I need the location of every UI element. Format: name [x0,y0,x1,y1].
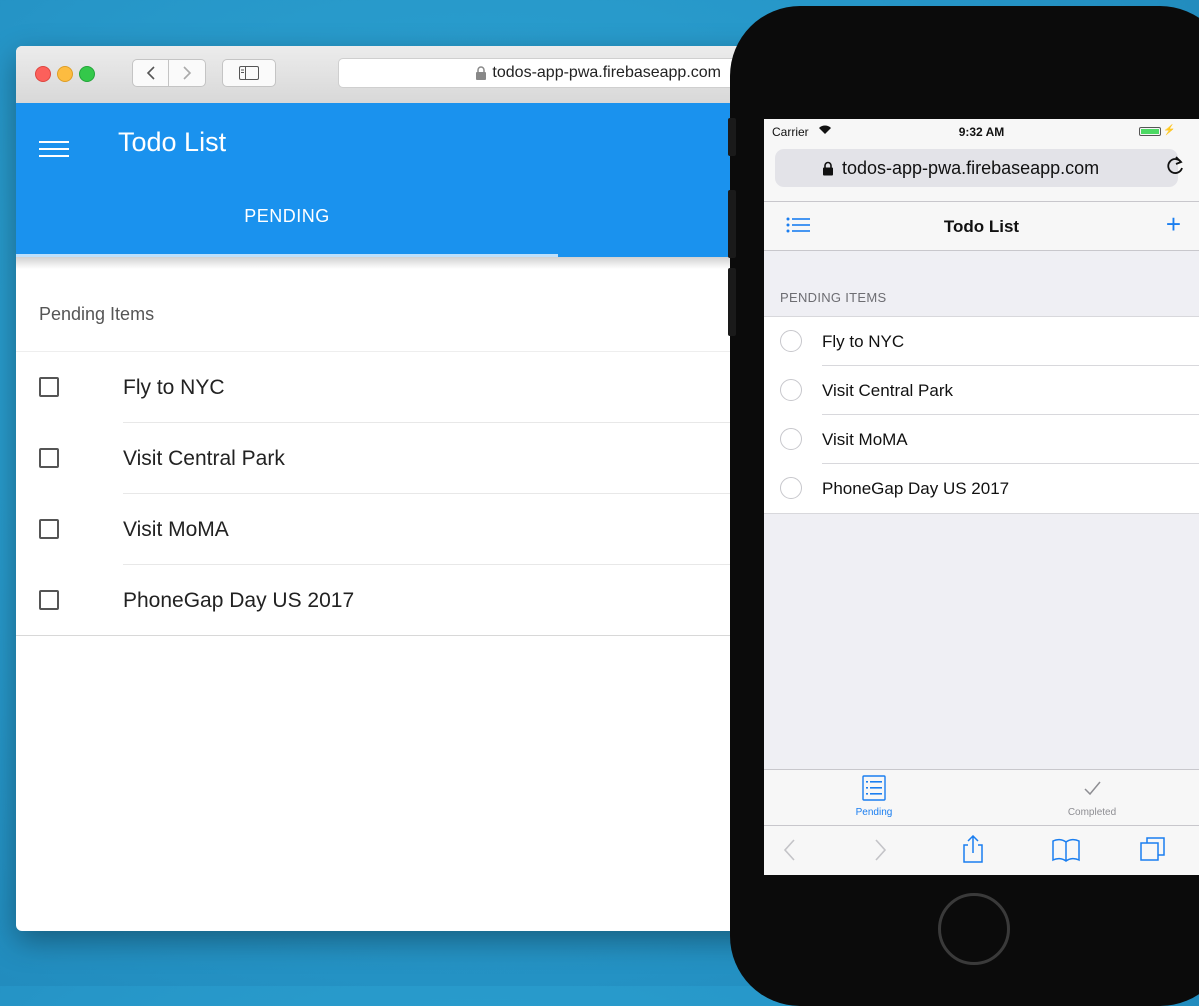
list-item: Visit Central Park [16,423,776,494]
lock-icon [475,66,487,80]
history-nav-buttons [132,59,208,87]
close-window-button[interactable] [35,66,51,82]
list-item: PhoneGap Day US 2017 [16,565,776,636]
mobile-tab-bar: Pending Completed [764,769,1199,826]
list-item: Visit MoMA [764,415,1199,464]
list-item: PhoneGap Day US 2017 [764,464,1199,513]
app-toolbar: Todo List PENDING [16,103,776,257]
bookmarks-icon[interactable] [1052,838,1080,867]
todo-circle-checkbox[interactable] [780,330,802,352]
forward-icon[interactable] [874,838,888,867]
divider [16,635,776,636]
todo-checkbox[interactable] [39,590,59,610]
tab-label: Completed [1067,807,1117,818]
todo-text: PhoneGap Day US 2017 [822,479,1010,498]
mobile-address-bar[interactable]: todos-app-pwa.firebaseapp.com [775,149,1178,187]
mobile-todo-list: Fly to NYC Visit Central Park Visit MoMA… [764,316,1199,514]
todo-checkbox[interactable] [39,377,59,397]
phone-screen: Carrier 9:32 AM ⚡ todos-app-pwa.firebase… [764,119,1199,875]
menu-icon[interactable] [39,138,69,160]
mobile-address-text: todos-app-pwa.firebaseapp.com [842,157,1100,178]
desktop-browser-window: todos-app-pwa.firebaseapp.com Todo List … [16,46,776,931]
add-item-button[interactable]: + [1166,211,1181,237]
status-bar: Carrier 9:32 AM ⚡ [764,119,1199,143]
list-icon [862,775,886,801]
tabs-icon[interactable] [1140,836,1166,867]
todo-circle-checkbox[interactable] [780,428,802,450]
lock-icon [822,161,834,176]
sidebar-icon [239,66,259,80]
address-bar[interactable]: todos-app-pwa.firebaseapp.com [338,58,738,88]
tab-label: Pending [855,807,893,818]
volume-up-button [728,190,736,258]
reload-icon[interactable] [1167,156,1185,181]
mute-switch [728,118,736,156]
back-button[interactable] [132,59,169,87]
tab-pending[interactable]: PENDING [16,206,558,227]
status-time: 9:32 AM [958,125,1005,139]
mobile-page-title: Todo List [943,217,1020,236]
todo-checkbox[interactable] [39,448,59,468]
charging-icon: ⚡ [1163,125,1176,136]
todo-text: PhoneGap Day US 2017 [123,589,355,612]
minimize-window-button[interactable] [57,66,73,82]
tab-completed[interactable]: Completed [1032,775,1152,818]
list-item: Visit MoMA [16,494,776,565]
app-title: Todo List [118,127,227,157]
tab-pending[interactable]: Pending [814,775,934,818]
browser-titlebar: todos-app-pwa.firebaseapp.com [16,46,776,104]
mobile-section-header: PENDING ITEMS [780,290,887,305]
volume-down-button [728,268,736,336]
list-item: Fly to NYC [764,317,1199,366]
safari-toolbar [764,825,1199,875]
forward-button[interactable] [169,59,206,87]
share-icon[interactable] [962,834,984,868]
todo-circle-checkbox[interactable] [780,477,802,499]
todo-text: Visit MoMA [123,518,229,541]
section-header: Pending Items [39,304,155,324]
list-item: Visit Central Park [764,366,1199,415]
list-item: Fly to NYC [16,352,776,423]
maximize-window-button[interactable] [79,66,95,82]
todo-text: Visit Central Park [822,381,954,400]
battery-icon [1139,127,1161,136]
todo-circle-checkbox[interactable] [780,379,802,401]
todo-text: Fly to NYC [822,332,905,351]
back-icon[interactable] [782,838,796,867]
checkmark-icon [1084,781,1101,796]
mobile-address-area: todos-app-pwa.firebaseapp.com [764,143,1199,202]
mobile-navbar: Todo List + [764,202,1199,251]
todo-checkbox[interactable] [39,519,59,539]
sidebar-toggle-button[interactable] [222,59,276,87]
address-text: todos-app-pwa.firebaseapp.com [492,64,721,81]
todo-text: Visit Central Park [123,447,285,470]
home-button[interactable] [938,893,1010,965]
toolbar-shadow [16,257,776,269]
chevron-left-icon [146,66,155,80]
todo-text: Visit MoMA [822,430,908,449]
todo-text: Fly to NYC [123,376,225,399]
chevron-right-icon [183,66,192,80]
todo-list: Fly to NYC Visit Central Park Visit MoMA… [16,351,776,636]
